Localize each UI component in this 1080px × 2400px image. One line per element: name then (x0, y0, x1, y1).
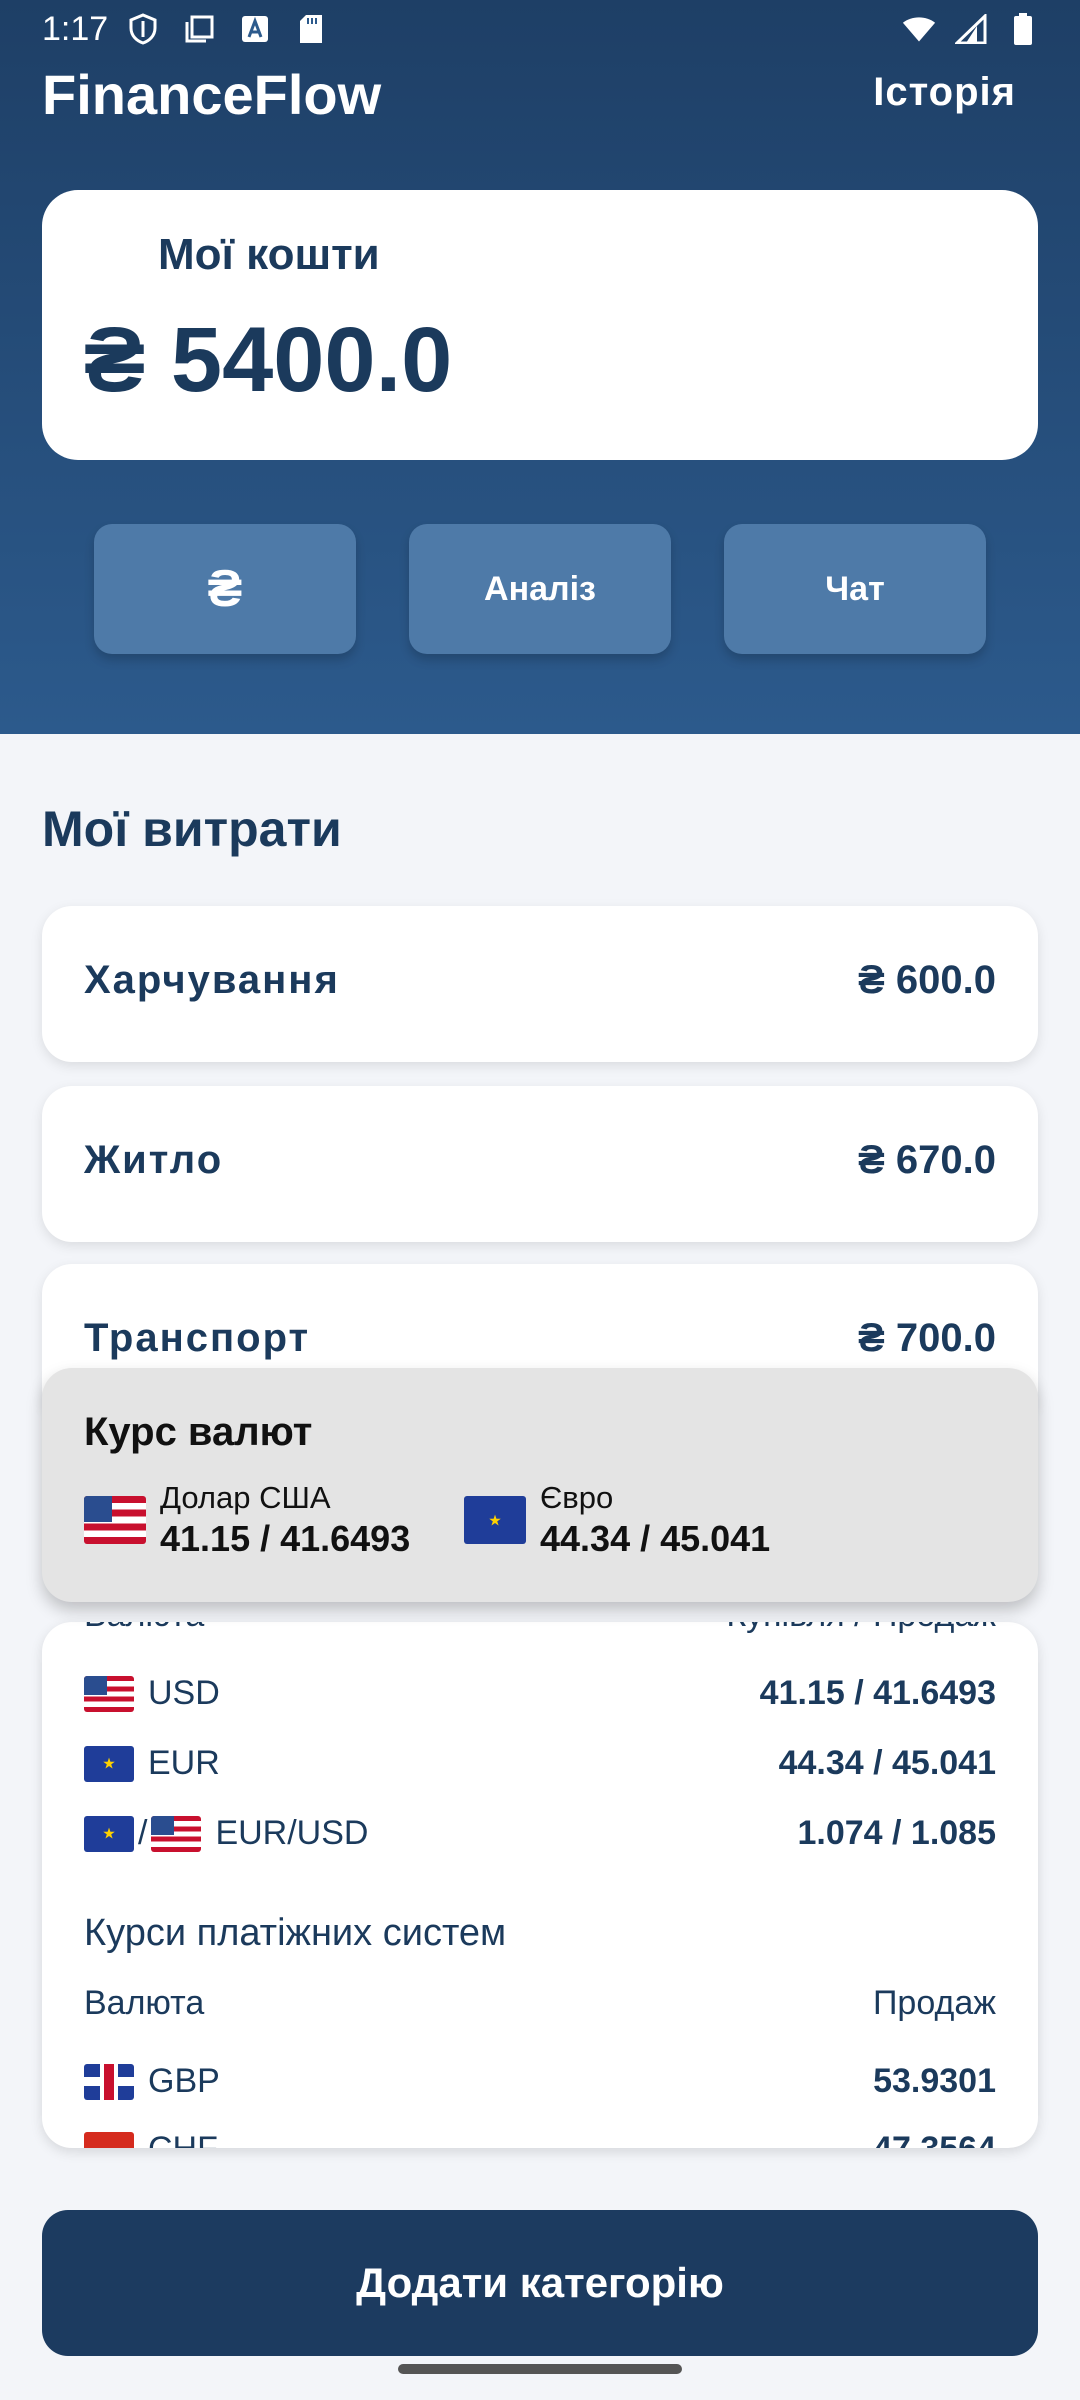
us-flag-icon (84, 1496, 146, 1544)
rate-item-eur: Євро 44.34 / 45.041 (464, 1480, 770, 1560)
rate-item-value: 41.15 / 41.6493 (160, 1518, 411, 1559)
gb-flag-icon (84, 2063, 134, 2100)
balance-value: ₴ 5400.0 (84, 309, 453, 411)
balance-label: Мої кошти (158, 230, 380, 279)
rate-row-eur-usd: /EUR/USD 1.074 / 1.085 (84, 1814, 996, 1864)
rate-item-name: Долар США (160, 1480, 331, 1515)
rate-row-eur: EUR 44.34 / 45.041 (84, 1744, 996, 1794)
expense-name: Житло (84, 1138, 224, 1182)
signal-icon (954, 12, 988, 46)
status-bar: 1:17 (0, 0, 1080, 60)
eu-flag-icon (464, 1496, 526, 1544)
us-flag-icon (151, 1815, 202, 1852)
wifi-icon (902, 12, 936, 46)
rates-col-buy-sell: Купівля / Продаж (726, 1622, 996, 1635)
rate-value: 47.3564 (873, 2130, 996, 2148)
rate-value: 44.34 / 45.041 (778, 1744, 996, 1782)
expense-amount: ₴ 670.0 (858, 1138, 996, 1182)
history-button[interactable]: Історія (873, 70, 1016, 115)
rate-value: 53.9301 (873, 2062, 996, 2100)
expenses-title: Мої витрати (42, 801, 342, 857)
rates-col-currency: Валюта (84, 1622, 204, 1635)
rate-value: 41.15 / 41.6493 (759, 1674, 996, 1712)
expense-card-housing[interactable]: Житло ₴ 670.0 (42, 1086, 1038, 1242)
currency-code: CHF (148, 2130, 218, 2148)
rate-item-name: Євро (540, 1480, 614, 1515)
expense-card-food[interactable]: Харчування ₴ 600.0 (42, 906, 1038, 1062)
payment-systems-title: Курси платіжних систем (84, 1912, 507, 1954)
battery-icon (1006, 12, 1040, 46)
payment-row-chf: CHF 47.3564 (84, 2130, 996, 2148)
ch-flag-icon (84, 2131, 134, 2148)
text-format-icon (238, 12, 272, 46)
currency-code: EUR/USD (215, 1814, 369, 1852)
rate-row-usd: USD 41.15 / 41.6493 (84, 1674, 996, 1724)
analysis-button[interactable]: Аналіз (409, 524, 671, 654)
currency-code: USD (148, 1674, 220, 1712)
payment-col-currency: Валюта (84, 1984, 205, 2022)
sd-card-icon (294, 12, 328, 46)
exchange-rates-card[interactable]: Валюта Купівля / Продаж USD 41.15 / 41.6… (42, 1622, 1038, 2148)
currency-rate-popup[interactable]: Курс валют Долар США 41.15 / 41.6493 Євр… (42, 1368, 1038, 1602)
currency-code: GBP (148, 2062, 220, 2100)
payment-col-sell: Продаж (872, 1984, 996, 2022)
currency-button[interactable]: ₴ (94, 524, 356, 654)
home-indicator[interactable] (398, 2364, 682, 2374)
balance-card: Мої кошти ₴ 5400.0 (42, 190, 1038, 460)
payment-row-gbp: GBP 53.9301 (84, 2062, 996, 2112)
eu-flag-icon (84, 1815, 134, 1852)
expense-amount: ₴ 700.0 (858, 1316, 996, 1360)
currency-code: EUR (148, 1744, 220, 1782)
expense-name: Транспорт (84, 1316, 311, 1360)
add-category-button[interactable]: Додати категорію (42, 2210, 1038, 2356)
shield-icon (126, 12, 160, 46)
rate-item-usd: Долар США 41.15 / 41.6493 (84, 1480, 410, 1560)
rate-value: 1.074 / 1.085 (797, 1814, 996, 1852)
rate-item-value: 44.34 / 45.041 (540, 1518, 771, 1559)
rate-popup-title: Курс валют (84, 1410, 313, 1454)
status-time: 1:17 (42, 10, 109, 48)
app-title: FinanceFlow (42, 63, 382, 126)
status-icons-right (902, 12, 1040, 46)
expense-amount: ₴ 600.0 (858, 958, 996, 1002)
us-flag-icon (84, 1675, 134, 1712)
status-icons-left (126, 12, 328, 46)
eu-flag-icon (84, 1745, 134, 1782)
copy-icon (182, 12, 216, 46)
expense-name: Харчування (84, 958, 340, 1002)
chat-button[interactable]: Чат (724, 524, 986, 654)
